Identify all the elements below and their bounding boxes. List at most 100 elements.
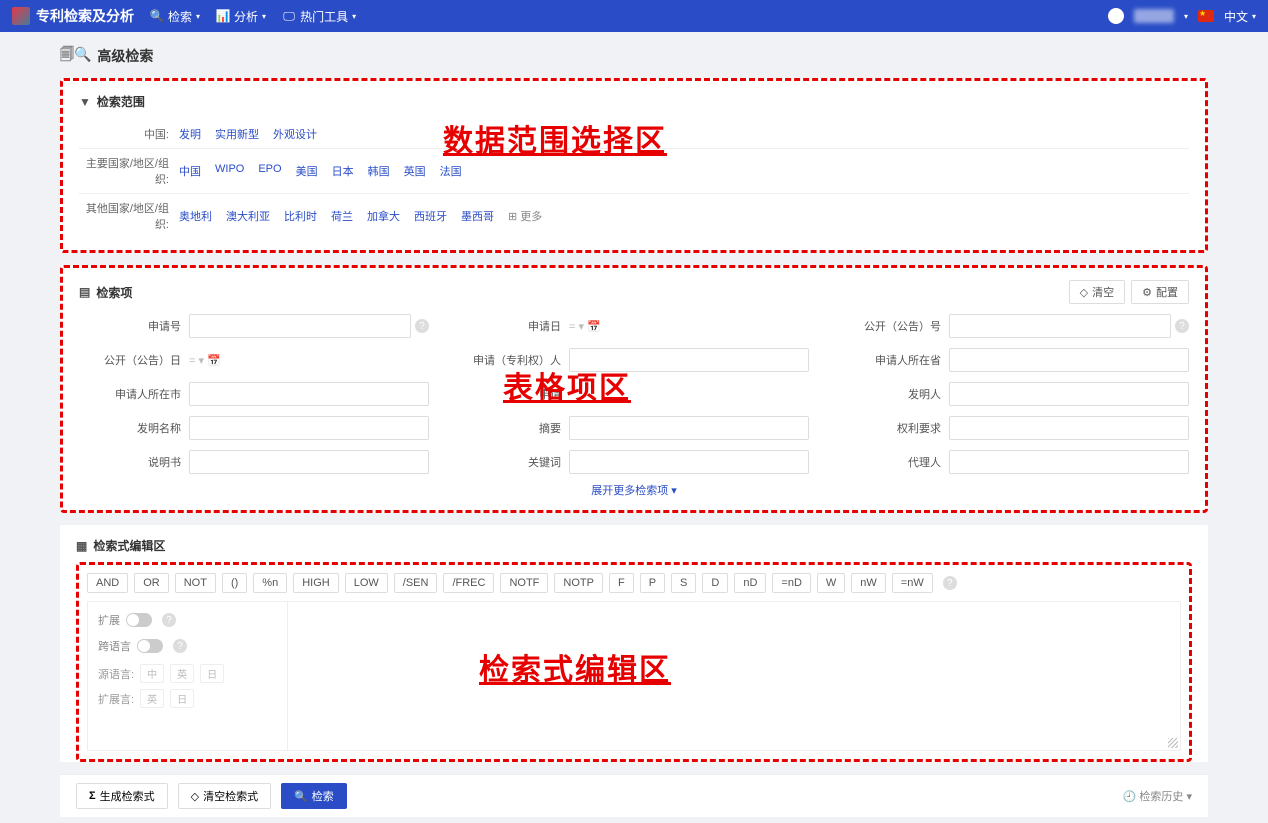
- crosslang-toggle[interactable]: [137, 639, 163, 653]
- op-btn[interactable]: /FREC: [443, 573, 494, 593]
- config-button[interactable]: ⚙配置: [1131, 280, 1189, 304]
- operator-row: AND OR NOT () %n HIGH LOW /SEN /FREC NOT…: [87, 573, 1181, 593]
- scope-tag[interactable]: 中国: [179, 163, 201, 179]
- op-btn[interactable]: AND: [87, 573, 128, 593]
- clock-icon: 🕘: [1123, 791, 1137, 803]
- op-btn[interactable]: nW: [851, 573, 886, 593]
- op-btn[interactable]: LOW: [345, 573, 388, 593]
- applicant-input[interactable]: [569, 348, 809, 372]
- lang-btn[interactable]: 中: [140, 664, 164, 683]
- editor-panel: ▦ 检索式编辑区 检索式编辑区 AND OR NOT () %n HIGH LO…: [60, 525, 1208, 762]
- expand-fields-link[interactable]: 展开更多检索项 ▾: [79, 474, 1189, 498]
- op-btn[interactable]: /SEN: [394, 573, 438, 593]
- lang-btn[interactable]: 英: [170, 664, 194, 683]
- keyword-input[interactable]: [569, 450, 809, 474]
- op-btn[interactable]: %n: [253, 573, 287, 593]
- user-icon[interactable]: [1108, 8, 1124, 24]
- op-btn[interactable]: OR: [134, 573, 169, 593]
- scope-tag[interactable]: 韩国: [368, 163, 390, 179]
- eraser-icon: ◇: [1080, 286, 1088, 299]
- bottom-bar: Σ生成检索式 ◇清空检索式 🔍检索 🕘 检索历史 ▾: [60, 774, 1208, 817]
- op-btn[interactable]: =nW: [892, 573, 933, 593]
- fields-panel: 表格项区 ▤ 检索项 ◇清空 ⚙配置 申请号? 申请日= ▾ 📅 公开（公告）号…: [60, 265, 1208, 513]
- abstract-input[interactable]: [569, 416, 809, 440]
- nav-analysis[interactable]: 📊 分析 ▾: [216, 8, 266, 25]
- op-btn[interactable]: NOT: [175, 573, 216, 593]
- inv-name-input[interactable]: [189, 416, 429, 440]
- history-link[interactable]: 🕘 检索历史 ▾: [1123, 788, 1192, 804]
- scope-tag[interactable]: 发明: [179, 126, 201, 142]
- expand-toggle[interactable]: [126, 613, 152, 627]
- help-icon[interactable]: ?: [943, 576, 957, 590]
- more-link[interactable]: ⊞ 更多: [508, 208, 542, 224]
- op-btn[interactable]: P: [640, 573, 665, 593]
- generate-expr-button[interactable]: Σ生成检索式: [76, 783, 168, 809]
- help-icon[interactable]: ?: [415, 319, 429, 333]
- op-btn[interactable]: S: [671, 573, 696, 593]
- scope-tag[interactable]: 日本: [332, 163, 354, 179]
- fields-header: 检索项: [96, 284, 132, 301]
- op-btn[interactable]: nD: [734, 573, 766, 593]
- language-switch[interactable]: 中文 ▾: [1224, 8, 1256, 25]
- scope-tag[interactable]: 实用新型: [215, 126, 259, 142]
- scope-tag[interactable]: 法国: [440, 163, 462, 179]
- op-btn[interactable]: F: [609, 573, 634, 593]
- search-icon: 🔍: [150, 9, 164, 23]
- op-btn[interactable]: (): [222, 573, 247, 593]
- clear-button[interactable]: ◇清空: [1069, 280, 1125, 304]
- op-btn[interactable]: NOTP: [554, 573, 603, 593]
- top-bar: 专利检索及分析 🔍 检索 ▾ 📊 分析 ▾ 🖵 热门工具 ▾ ▾ 中文 ▾: [0, 0, 1268, 32]
- search-button[interactable]: 🔍检索: [281, 783, 347, 809]
- lang-btn[interactable]: 英: [140, 689, 164, 708]
- scope-header: 检索范围: [97, 93, 145, 110]
- scope-tag[interactable]: 美国: [296, 163, 318, 179]
- scope-tag[interactable]: EPO: [258, 163, 281, 179]
- gear-icon: ⚙: [1142, 286, 1152, 299]
- scope-tag[interactable]: WIPO: [215, 163, 244, 179]
- scope-tag[interactable]: 比利时: [284, 208, 317, 224]
- expression-textarea[interactable]: [288, 602, 1180, 750]
- scope-row-other: 其他国家/地区/组织: 奥地利 澳大利亚 比利时 荷兰 加拿大 西班牙 墨西哥 …: [79, 194, 1189, 238]
- nav-search[interactable]: 🔍 检索 ▾: [150, 8, 200, 25]
- scope-tag[interactable]: 澳大利亚: [226, 208, 270, 224]
- pub-no-input[interactable]: [949, 314, 1171, 338]
- monitor-icon: 🖵: [282, 9, 296, 23]
- help-icon[interactable]: ?: [1175, 319, 1189, 333]
- eraser-icon: ◇: [191, 790, 199, 803]
- scope-row-china: 中国: 发明 实用新型 外观设计: [79, 120, 1189, 149]
- op-btn[interactable]: D: [702, 573, 728, 593]
- help-icon[interactable]: ?: [173, 639, 187, 653]
- app-no-input[interactable]: [189, 314, 411, 338]
- help-icon[interactable]: ?: [162, 613, 176, 627]
- grid-icon: ⊞: [508, 210, 517, 223]
- scope-tag[interactable]: 西班牙: [414, 208, 447, 224]
- clear-expr-button[interactable]: ◇清空检索式: [178, 783, 271, 809]
- pub-date-input[interactable]: = ▾ 📅: [189, 354, 221, 367]
- flag-icon: [1198, 10, 1214, 22]
- op-btn[interactable]: NOTF: [500, 573, 548, 593]
- spec-input[interactable]: [189, 450, 429, 474]
- claims-input[interactable]: [949, 416, 1189, 440]
- applicant-city-input[interactable]: [189, 382, 429, 406]
- scope-tag[interactable]: 英国: [404, 163, 426, 179]
- lang-btn[interactable]: 日: [200, 664, 224, 683]
- applicant-prov-input[interactable]: [949, 348, 1189, 372]
- op-btn[interactable]: W: [817, 573, 845, 593]
- scope-tag[interactable]: 奥地利: [179, 208, 212, 224]
- op-btn[interactable]: =nD: [772, 573, 811, 593]
- filter-icon: ▼: [79, 95, 91, 109]
- op-btn[interactable]: HIGH: [293, 573, 339, 593]
- nav-tools[interactable]: 🖵 热门工具 ▾: [282, 8, 356, 25]
- inventor-input[interactable]: [949, 382, 1189, 406]
- search-icon: 🔍: [294, 790, 308, 803]
- agent-input[interactable]: [949, 450, 1189, 474]
- scope-tag[interactable]: 外观设计: [273, 126, 317, 142]
- app-date-input[interactable]: = ▾ 📅: [569, 320, 601, 333]
- chevron-down-icon: ▾: [352, 12, 356, 21]
- scope-tag[interactable]: 加拿大: [367, 208, 400, 224]
- lang-btn[interactable]: 日: [170, 689, 194, 708]
- resize-handle[interactable]: [1168, 738, 1178, 748]
- scope-tag[interactable]: 墨西哥: [461, 208, 494, 224]
- scope-tag[interactable]: 荷兰: [331, 208, 353, 224]
- chevron-down-icon[interactable]: ▾: [1184, 12, 1188, 21]
